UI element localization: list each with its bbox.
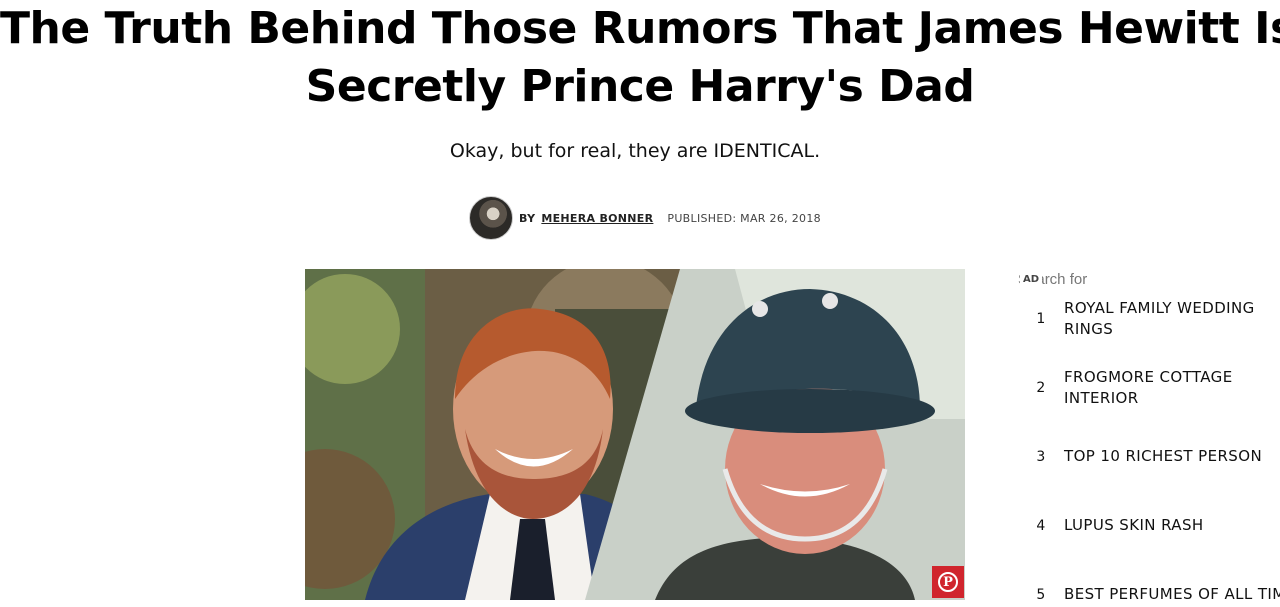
ad-item-5[interactable]: 5 BEST PERFUMES OF ALL TIME	[1018, 584, 1280, 605]
ad-item-label: LUPUS SKIN RASH	[1064, 516, 1204, 534]
ad-item-number: 5	[1036, 586, 1046, 603]
byline-prefix: BY	[519, 211, 536, 225]
article-headline: The Truth Behind Those Rumors That James…	[0, 0, 1280, 116]
ad-item-number: 3	[1036, 448, 1046, 465]
ad-item-number: 4	[1036, 517, 1046, 534]
ad-item-label: BEST PERFUMES OF ALL TIME	[1064, 585, 1280, 603]
ad-item-4[interactable]: 4 LUPUS SKIN RASH	[1018, 515, 1280, 536]
ad-item-label: FROGMORE COTTAGE INTERIOR	[1064, 368, 1233, 407]
ad-item-3[interactable]: 3 TOP 10 RICHEST PERSON	[1018, 446, 1280, 467]
byline: BY MEHERA BONNER PUBLISHED: MAR 26, 2018	[469, 196, 821, 240]
ad-item-number: 2	[1036, 380, 1046, 396]
pinterest-icon: P	[938, 572, 958, 592]
ad-item-label: ROYAL FAMILY WEDDING RINGS	[1064, 299, 1255, 338]
ad-search-panel: AD Search for 1 ROYAL FAMILY WEDDING RIN…	[1018, 268, 1280, 607]
publish-date: PUBLISHED: MAR 26, 2018	[667, 211, 821, 225]
ad-item-label: TOP 10 RICHEST PERSON	[1064, 447, 1263, 465]
author-avatar[interactable]	[469, 196, 513, 240]
headline-line-2: Secretly Prince Harry's Dad	[305, 61, 975, 112]
hero-image	[305, 269, 965, 600]
ad-item-2[interactable]: 2 FROGMORE COTTAGE INTERIOR	[1018, 367, 1280, 409]
ad-item-number: 1	[1036, 311, 1046, 327]
headline-line-1: The Truth Behind Those Rumors That James…	[0, 3, 1280, 54]
article-dek: Okay, but for real, they are IDENTICAL.	[449, 140, 821, 162]
pinterest-button[interactable]: P	[932, 566, 964, 598]
ad-badge: AD	[1020, 274, 1043, 285]
hero-photo-collage	[305, 269, 965, 600]
ad-item-1[interactable]: 1 ROYAL FAMILY WEDDING RINGS	[1018, 298, 1280, 340]
author-link[interactable]: MEHERA BONNER	[541, 212, 653, 225]
